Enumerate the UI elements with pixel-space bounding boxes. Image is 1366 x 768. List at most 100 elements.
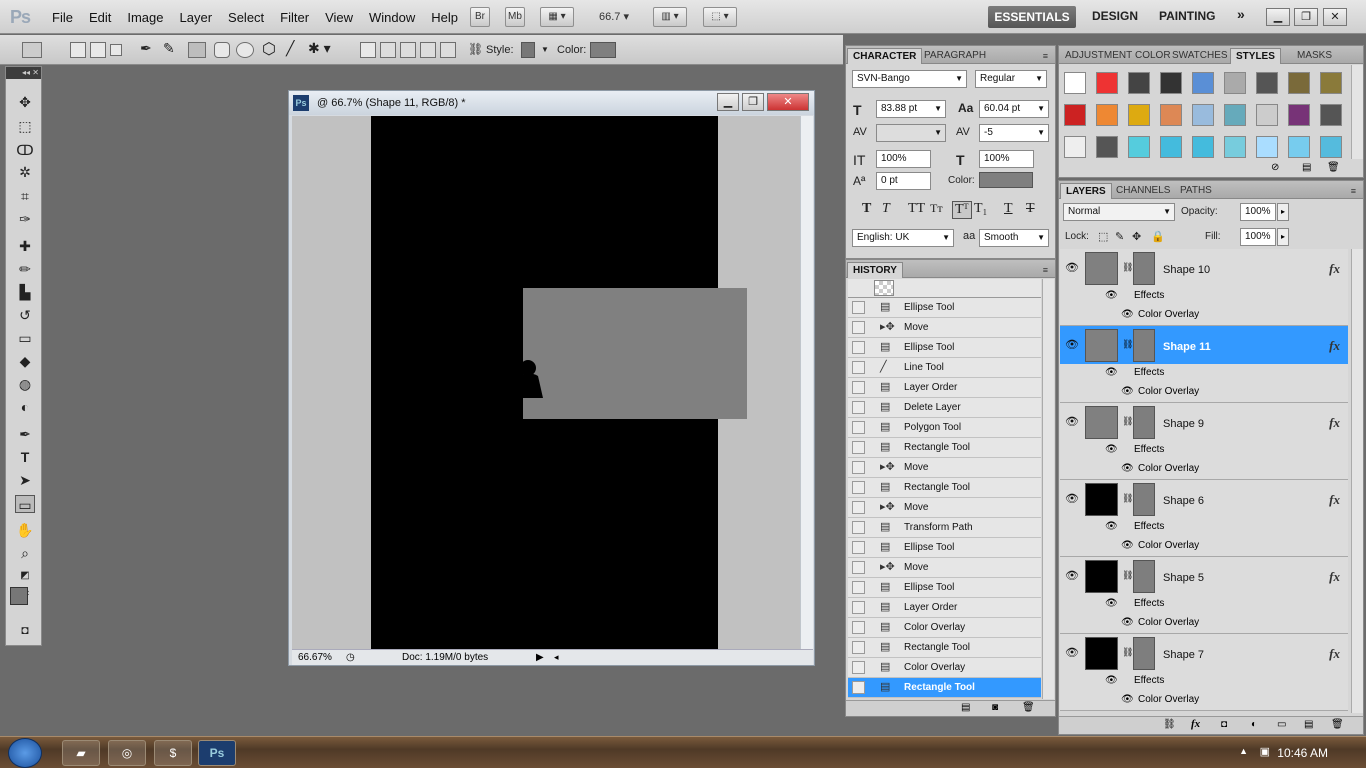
tab-layers[interactable]: LAYERS <box>1060 183 1112 199</box>
workspace-painting[interactable]: PAINTING <box>1159 9 1215 23</box>
history-snapshot[interactable] <box>848 279 1041 298</box>
style-swatch[interactable] <box>1224 136 1246 158</box>
visibility-eye-icon[interactable]: 👁 <box>1065 261 1079 274</box>
move-tool-icon[interactable]: ✥ <box>15 93 35 111</box>
history-item[interactable]: ▤ Color Overlay <box>848 618 1041 638</box>
scroll-left-icon[interactable]: ◂ <box>554 652 559 663</box>
opacity-field[interactable]: 100% <box>1240 203 1276 221</box>
style-swatch[interactable] <box>1288 136 1310 158</box>
workspace-more[interactable]: » <box>1237 6 1245 22</box>
style-swatch[interactable] <box>1064 136 1086 158</box>
horizontal-scale-field[interactable]: 100% <box>979 150 1034 168</box>
chain-link-icon[interactable]: ⛓ <box>1122 647 1133 658</box>
rectangle-shape-icon[interactable] <box>188 42 206 58</box>
ellipse-shape-icon[interactable] <box>236 42 254 58</box>
adjustment-layer-icon[interactable]: ◐ <box>1251 719 1257 730</box>
style-swatch[interactable] <box>1288 72 1310 94</box>
vertical-scale-field[interactable]: 100% <box>876 150 931 168</box>
fx-icon[interactable]: fx <box>1329 415 1340 431</box>
history-item[interactable]: ╱ Line Tool <box>848 358 1041 378</box>
type-tool-icon[interactable]: T <box>15 448 35 466</box>
add-mask-icon[interactable]: ◘ <box>1221 719 1227 730</box>
history-checkbox[interactable] <box>852 561 865 574</box>
new-group-icon[interactable]: ▭ <box>1277 719 1286 730</box>
visibility-eye-icon[interactable]: 👁 <box>1065 492 1079 505</box>
style-dropdown-icon[interactable]: ▼ <box>541 45 549 54</box>
style-swatch[interactable] <box>1224 104 1246 126</box>
visibility-eye-icon[interactable]: 👁 <box>1065 569 1079 582</box>
small-caps-icon[interactable]: Tт <box>930 201 943 216</box>
layer-row[interactable]: 👁 ⛓ Shape 11 fx 👁 Effects 👁 Color Overlay <box>1060 326 1348 403</box>
color-swatch[interactable] <box>590 42 616 58</box>
faux-italic-icon[interactable]: T <box>882 201 890 217</box>
link-layers-icon[interactable]: ⛓ <box>1163 719 1176 730</box>
style-picker[interactable] <box>521 42 535 58</box>
workspace-design[interactable]: DESIGN <box>1092 9 1138 23</box>
history-checkbox[interactable] <box>852 481 865 494</box>
history-checkbox[interactable] <box>852 401 865 414</box>
history-item[interactable]: ▤ Polygon Tool <box>848 418 1041 438</box>
doc-restore-button[interactable]: ❐ <box>742 93 764 111</box>
visibility-eye-icon[interactable]: 👁 <box>1065 646 1079 659</box>
style-swatch[interactable] <box>1096 136 1118 158</box>
fx-icon[interactable]: fx <box>1329 261 1340 277</box>
intersect-mode-icon[interactable] <box>420 42 436 58</box>
history-item[interactable]: ▤ Ellipse Tool <box>848 538 1041 558</box>
app-restore-button[interactable]: ❐ <box>1294 8 1318 26</box>
paths-icon[interactable] <box>90 42 106 58</box>
style-swatch[interactable] <box>1160 72 1182 94</box>
app-taskbar-icon[interactable]: ◎ <box>108 740 146 766</box>
tab-masks[interactable]: MASKS <box>1292 48 1337 64</box>
menu-image[interactable]: Image <box>119 10 171 25</box>
underline-icon[interactable]: T <box>1004 201 1013 217</box>
rounded-rectangle-icon[interactable] <box>214 42 230 58</box>
language-select[interactable]: English: UK <box>852 229 954 247</box>
blend-mode-select[interactable]: Normal <box>1063 203 1175 221</box>
panel-menu-icon[interactable]: ≡ <box>1038 48 1053 64</box>
history-checkbox[interactable] <box>852 381 865 394</box>
visibility-eye-icon[interactable]: 👁 <box>1065 415 1079 428</box>
style-swatch[interactable] <box>1224 72 1246 94</box>
style-swatch[interactable] <box>1064 104 1086 126</box>
history-checkbox[interactable] <box>852 661 865 674</box>
app-minimize-button[interactable]: ▁ <box>1266 8 1290 26</box>
history-item[interactable]: ▤ Rectangle Tool <box>848 678 1041 698</box>
history-checkbox[interactable] <box>852 301 865 314</box>
panel-menu-icon[interactable]: ≡ <box>1038 262 1053 278</box>
freeform-pen-icon[interactable]: ✎ <box>163 40 175 57</box>
add-shape-mode-icon[interactable] <box>380 42 396 58</box>
style-swatch[interactable] <box>1320 104 1342 126</box>
history-item[interactable]: ▤ Rectangle Tool <box>848 438 1041 458</box>
style-swatch[interactable] <box>1128 104 1150 126</box>
app-close-button[interactable]: ✕ <box>1323 8 1347 26</box>
history-item[interactable]: ▤ Color Overlay <box>848 658 1041 678</box>
antialias-select[interactable]: Smooth <box>979 229 1049 247</box>
minibridge-button[interactable]: Mb <box>505 7 525 27</box>
canvas[interactable] <box>371 116 747 649</box>
tab-character[interactable]: CHARACTER <box>847 48 923 64</box>
app2-taskbar-icon[interactable]: $ <box>154 740 192 766</box>
overlay-eye-icon[interactable]: 👁 <box>1121 309 1134 320</box>
exclude-mode-icon[interactable] <box>440 42 456 58</box>
fill-slider-button[interactable]: ▸ <box>1277 228 1289 246</box>
effects-eye-icon[interactable]: 👁 <box>1105 444 1118 455</box>
arrange-documents-button[interactable]: ▥ ▾ <box>653 7 687 27</box>
new-snapshot-icon[interactable]: ◙ <box>992 702 998 713</box>
leading-field[interactable]: 60.04 pt <box>979 100 1049 118</box>
history-checkbox[interactable] <box>852 501 865 514</box>
history-item[interactable]: ▤ Ellipse Tool <box>848 578 1041 598</box>
lock-position-icon[interactable]: ✥ <box>1132 230 1141 243</box>
menu-filter[interactable]: Filter <box>272 10 317 25</box>
gray-rectangle-shape[interactable] <box>523 288 747 419</box>
menu-file[interactable]: File <box>44 10 81 25</box>
history-item[interactable]: ▤ Ellipse Tool <box>848 338 1041 358</box>
dodge-tool-icon[interactable]: ◐ <box>15 398 35 416</box>
style-swatch[interactable] <box>1128 136 1150 158</box>
fx-icon[interactable]: fx <box>1329 492 1340 508</box>
quick-mask-icon[interactable]: ◘ <box>15 621 35 639</box>
history-checkbox[interactable] <box>852 521 865 534</box>
visibility-eye-icon[interactable]: 👁 <box>1065 338 1079 351</box>
style-swatch[interactable] <box>1320 72 1342 94</box>
zoom-level[interactable]: 66.7 ▾ <box>599 10 629 23</box>
layer-row[interactable]: 👁 ⛓ Shape 9 fx 👁 Effects 👁 Color Overlay <box>1060 403 1348 480</box>
